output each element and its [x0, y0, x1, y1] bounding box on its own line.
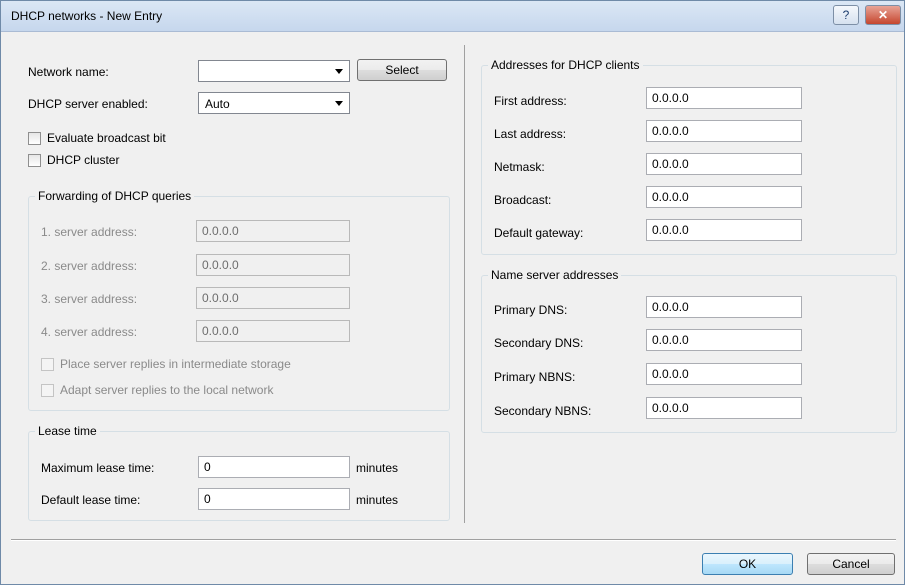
default-gateway-label: Default gateway: [494, 226, 584, 240]
server-address-label: 2. server address: [41, 259, 138, 273]
close-button[interactable]: ✕ [865, 5, 901, 25]
server-address-input[interactable]: 0.0.0.0 [196, 254, 350, 276]
first-address-label: First address: [494, 94, 567, 108]
max-lease-label: Maximum lease time: [41, 461, 155, 475]
dhcp-enabled-value: Auto [205, 97, 230, 111]
place-replies-label: Place server replies in intermediate sto… [60, 357, 291, 371]
secondary-dns-label: Secondary DNS: [494, 336, 584, 350]
server-address-input[interactable]: 0.0.0.0 [196, 320, 350, 342]
dhcp-cluster-checkbox[interactable] [28, 154, 41, 167]
primary-nbns-input[interactable]: 0.0.0.0 [646, 363, 802, 385]
default-lease-label: Default lease time: [41, 493, 141, 507]
footer-divider [11, 539, 896, 541]
server-address-input[interactable]: 0.0.0.0 [196, 220, 350, 242]
place-replies-checkbox[interactable] [41, 358, 54, 371]
netmask-input[interactable]: 0.0.0.0 [646, 153, 802, 175]
first-address-input[interactable]: 0.0.0.0 [646, 87, 802, 109]
max-lease-unit: minutes [356, 461, 399, 475]
default-lease-input[interactable]: 0 [198, 488, 350, 510]
column-divider [464, 45, 465, 523]
server-address-label: 3. server address: [41, 292, 138, 306]
default-lease-unit: minutes [356, 493, 399, 507]
title-bar: DHCP networks - New Entry ? ✕ [1, 1, 904, 32]
ok-button[interactable]: OK [702, 553, 793, 575]
help-button[interactable]: ? [833, 5, 859, 25]
adapt-replies-label: Adapt server replies to the local networ… [60, 383, 274, 397]
chevron-down-icon [335, 101, 343, 106]
window-title: DHCP networks - New Entry [11, 9, 163, 23]
netmask-label: Netmask: [494, 160, 545, 174]
addresses-group-title: Addresses for DHCP clients [488, 58, 643, 72]
secondary-nbns-label: Secondary NBNS: [494, 404, 592, 418]
evaluate-broadcast-label: Evaluate broadcast bit [47, 131, 166, 145]
max-lease-input[interactable]: 0 [198, 456, 350, 478]
secondary-dns-input[interactable]: 0.0.0.0 [646, 329, 802, 351]
primary-dns-label: Primary DNS: [494, 303, 568, 317]
server-address-input[interactable]: 0.0.0.0 [196, 287, 350, 309]
evaluate-broadcast-checkbox[interactable] [28, 132, 41, 145]
dhcp-enabled-combo[interactable]: Auto [198, 92, 350, 114]
primary-dns-input[interactable]: 0.0.0.0 [646, 296, 802, 318]
network-name-combo[interactable] [198, 60, 350, 82]
lease-time-group-title: Lease time [35, 424, 100, 438]
broadcast-input[interactable]: 0.0.0.0 [646, 186, 802, 208]
dhcp-cluster-label: DHCP cluster [47, 153, 120, 167]
server-address-label: 1. server address: [41, 225, 138, 239]
default-gateway-input[interactable]: 0.0.0.0 [646, 219, 802, 241]
chevron-down-icon [335, 69, 343, 74]
primary-nbns-label: Primary NBNS: [494, 370, 576, 384]
select-button[interactable]: Select [357, 59, 447, 81]
dialog-window: DHCP networks - New Entry ? ✕ Network na… [0, 0, 905, 585]
adapt-replies-checkbox[interactable] [41, 384, 54, 397]
nameservers-group-title: Name server addresses [488, 268, 622, 282]
broadcast-label: Broadcast: [494, 193, 552, 207]
network-name-label: Network name: [28, 65, 109, 79]
last-address-input[interactable]: 0.0.0.0 [646, 120, 802, 142]
last-address-label: Last address: [494, 127, 567, 141]
forwarding-group-title: Forwarding of DHCP queries [35, 189, 195, 203]
server-address-label: 4. server address: [41, 325, 138, 339]
dhcp-enabled-label: DHCP server enabled: [28, 97, 148, 111]
secondary-nbns-input[interactable]: 0.0.0.0 [646, 397, 802, 419]
cancel-button[interactable]: Cancel [807, 553, 895, 575]
